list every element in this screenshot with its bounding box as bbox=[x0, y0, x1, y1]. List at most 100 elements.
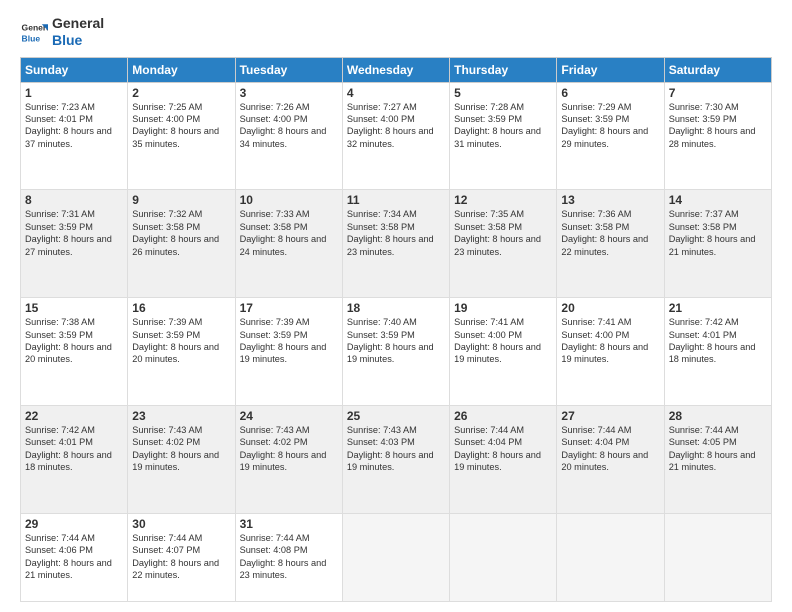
calendar-cell: 11 Sunrise: 7:34 AMSunset: 3:58 PMDaylig… bbox=[342, 190, 449, 298]
cell-content: Sunrise: 7:25 AMSunset: 4:00 PMDaylight:… bbox=[132, 102, 219, 149]
cell-content: Sunrise: 7:44 AMSunset: 4:07 PMDaylight:… bbox=[132, 533, 219, 580]
cell-content: Sunrise: 7:44 AMSunset: 4:04 PMDaylight:… bbox=[561, 425, 648, 472]
logo-text: General Blue bbox=[52, 15, 104, 49]
day-number: 9 bbox=[132, 193, 230, 207]
cell-content: Sunrise: 7:34 AMSunset: 3:58 PMDaylight:… bbox=[347, 209, 434, 256]
cell-content: Sunrise: 7:29 AMSunset: 3:59 PMDaylight:… bbox=[561, 102, 648, 149]
day-number: 3 bbox=[240, 86, 338, 100]
calendar-cell: 6 Sunrise: 7:29 AMSunset: 3:59 PMDayligh… bbox=[557, 82, 664, 190]
day-number: 24 bbox=[240, 409, 338, 423]
day-number: 11 bbox=[347, 193, 445, 207]
cell-content: Sunrise: 7:43 AMSunset: 4:02 PMDaylight:… bbox=[240, 425, 327, 472]
calendar-cell: 17 Sunrise: 7:39 AMSunset: 3:59 PMDaylig… bbox=[235, 298, 342, 406]
day-number: 7 bbox=[669, 86, 767, 100]
day-of-week-header: Wednesday bbox=[342, 57, 449, 82]
calendar-cell bbox=[664, 513, 771, 601]
calendar-cell: 9 Sunrise: 7:32 AMSunset: 3:58 PMDayligh… bbox=[128, 190, 235, 298]
cell-content: Sunrise: 7:42 AMSunset: 4:01 PMDaylight:… bbox=[669, 317, 756, 364]
day-of-week-header: Sunday bbox=[21, 57, 128, 82]
cell-content: Sunrise: 7:44 AMSunset: 4:04 PMDaylight:… bbox=[454, 425, 541, 472]
day-number: 20 bbox=[561, 301, 659, 315]
day-number: 30 bbox=[132, 517, 230, 531]
calendar-cell: 12 Sunrise: 7:35 AMSunset: 3:58 PMDaylig… bbox=[450, 190, 557, 298]
calendar-table: SundayMondayTuesdayWednesdayThursdayFrid… bbox=[20, 57, 772, 602]
day-number: 31 bbox=[240, 517, 338, 531]
calendar-cell: 3 Sunrise: 7:26 AMSunset: 4:00 PMDayligh… bbox=[235, 82, 342, 190]
cell-content: Sunrise: 7:43 AMSunset: 4:02 PMDaylight:… bbox=[132, 425, 219, 472]
calendar-cell: 7 Sunrise: 7:30 AMSunset: 3:59 PMDayligh… bbox=[664, 82, 771, 190]
cell-content: Sunrise: 7:32 AMSunset: 3:58 PMDaylight:… bbox=[132, 209, 219, 256]
day-of-week-header: Friday bbox=[557, 57, 664, 82]
day-number: 8 bbox=[25, 193, 123, 207]
header: General Blue General Blue bbox=[20, 15, 772, 49]
day-of-week-header: Monday bbox=[128, 57, 235, 82]
calendar-cell: 21 Sunrise: 7:42 AMSunset: 4:01 PMDaylig… bbox=[664, 298, 771, 406]
cell-content: Sunrise: 7:23 AMSunset: 4:01 PMDaylight:… bbox=[25, 102, 112, 149]
calendar-cell: 19 Sunrise: 7:41 AMSunset: 4:00 PMDaylig… bbox=[450, 298, 557, 406]
day-number: 4 bbox=[347, 86, 445, 100]
day-number: 21 bbox=[669, 301, 767, 315]
page: General Blue General Blue SundayMondayTu… bbox=[0, 0, 792, 612]
day-number: 19 bbox=[454, 301, 552, 315]
calendar-cell: 1 Sunrise: 7:23 AMSunset: 4:01 PMDayligh… bbox=[21, 82, 128, 190]
calendar-cell: 2 Sunrise: 7:25 AMSunset: 4:00 PMDayligh… bbox=[128, 82, 235, 190]
svg-text:Blue: Blue bbox=[22, 33, 41, 43]
day-number: 22 bbox=[25, 409, 123, 423]
day-number: 15 bbox=[25, 301, 123, 315]
cell-content: Sunrise: 7:38 AMSunset: 3:59 PMDaylight:… bbox=[25, 317, 112, 364]
cell-content: Sunrise: 7:30 AMSunset: 3:59 PMDaylight:… bbox=[669, 102, 756, 149]
logo: General Blue General Blue bbox=[20, 15, 104, 49]
day-of-week-header: Saturday bbox=[664, 57, 771, 82]
cell-content: Sunrise: 7:26 AMSunset: 4:00 PMDaylight:… bbox=[240, 102, 327, 149]
day-number: 25 bbox=[347, 409, 445, 423]
cell-content: Sunrise: 7:41 AMSunset: 4:00 PMDaylight:… bbox=[561, 317, 648, 364]
svg-text:General: General bbox=[22, 22, 48, 32]
calendar-cell: 31 Sunrise: 7:44 AMSunset: 4:08 PMDaylig… bbox=[235, 513, 342, 601]
cell-content: Sunrise: 7:42 AMSunset: 4:01 PMDaylight:… bbox=[25, 425, 112, 472]
calendar-cell: 13 Sunrise: 7:36 AMSunset: 3:58 PMDaylig… bbox=[557, 190, 664, 298]
calendar-cell: 14 Sunrise: 7:37 AMSunset: 3:58 PMDaylig… bbox=[664, 190, 771, 298]
day-number: 10 bbox=[240, 193, 338, 207]
cell-content: Sunrise: 7:35 AMSunset: 3:58 PMDaylight:… bbox=[454, 209, 541, 256]
calendar-cell: 8 Sunrise: 7:31 AMSunset: 3:59 PMDayligh… bbox=[21, 190, 128, 298]
cell-content: Sunrise: 7:28 AMSunset: 3:59 PMDaylight:… bbox=[454, 102, 541, 149]
day-number: 2 bbox=[132, 86, 230, 100]
day-number: 29 bbox=[25, 517, 123, 531]
logo-icon: General Blue bbox=[20, 18, 48, 46]
calendar-cell: 16 Sunrise: 7:39 AMSunset: 3:59 PMDaylig… bbox=[128, 298, 235, 406]
calendar-cell: 4 Sunrise: 7:27 AMSunset: 4:00 PMDayligh… bbox=[342, 82, 449, 190]
calendar-cell: 10 Sunrise: 7:33 AMSunset: 3:58 PMDaylig… bbox=[235, 190, 342, 298]
day-number: 23 bbox=[132, 409, 230, 423]
calendar-cell bbox=[450, 513, 557, 601]
day-of-week-header: Thursday bbox=[450, 57, 557, 82]
day-of-week-header: Tuesday bbox=[235, 57, 342, 82]
cell-content: Sunrise: 7:31 AMSunset: 3:59 PMDaylight:… bbox=[25, 209, 112, 256]
calendar-cell bbox=[557, 513, 664, 601]
calendar-cell: 25 Sunrise: 7:43 AMSunset: 4:03 PMDaylig… bbox=[342, 405, 449, 513]
calendar-cell: 29 Sunrise: 7:44 AMSunset: 4:06 PMDaylig… bbox=[21, 513, 128, 601]
cell-content: Sunrise: 7:27 AMSunset: 4:00 PMDaylight:… bbox=[347, 102, 434, 149]
calendar-cell: 23 Sunrise: 7:43 AMSunset: 4:02 PMDaylig… bbox=[128, 405, 235, 513]
day-number: 18 bbox=[347, 301, 445, 315]
calendar-cell: 24 Sunrise: 7:43 AMSunset: 4:02 PMDaylig… bbox=[235, 405, 342, 513]
calendar-cell bbox=[342, 513, 449, 601]
cell-content: Sunrise: 7:41 AMSunset: 4:00 PMDaylight:… bbox=[454, 317, 541, 364]
day-number: 13 bbox=[561, 193, 659, 207]
calendar-cell: 15 Sunrise: 7:38 AMSunset: 3:59 PMDaylig… bbox=[21, 298, 128, 406]
calendar-cell: 30 Sunrise: 7:44 AMSunset: 4:07 PMDaylig… bbox=[128, 513, 235, 601]
cell-content: Sunrise: 7:44 AMSunset: 4:08 PMDaylight:… bbox=[240, 533, 327, 580]
calendar-cell: 5 Sunrise: 7:28 AMSunset: 3:59 PMDayligh… bbox=[450, 82, 557, 190]
day-number: 6 bbox=[561, 86, 659, 100]
calendar-cell: 18 Sunrise: 7:40 AMSunset: 3:59 PMDaylig… bbox=[342, 298, 449, 406]
day-number: 5 bbox=[454, 86, 552, 100]
cell-content: Sunrise: 7:44 AMSunset: 4:05 PMDaylight:… bbox=[669, 425, 756, 472]
day-number: 1 bbox=[25, 86, 123, 100]
cell-content: Sunrise: 7:33 AMSunset: 3:58 PMDaylight:… bbox=[240, 209, 327, 256]
calendar-cell: 22 Sunrise: 7:42 AMSunset: 4:01 PMDaylig… bbox=[21, 405, 128, 513]
calendar-cell: 20 Sunrise: 7:41 AMSunset: 4:00 PMDaylig… bbox=[557, 298, 664, 406]
cell-content: Sunrise: 7:39 AMSunset: 3:59 PMDaylight:… bbox=[240, 317, 327, 364]
calendar-cell: 26 Sunrise: 7:44 AMSunset: 4:04 PMDaylig… bbox=[450, 405, 557, 513]
day-number: 28 bbox=[669, 409, 767, 423]
cell-content: Sunrise: 7:39 AMSunset: 3:59 PMDaylight:… bbox=[132, 317, 219, 364]
day-number: 26 bbox=[454, 409, 552, 423]
